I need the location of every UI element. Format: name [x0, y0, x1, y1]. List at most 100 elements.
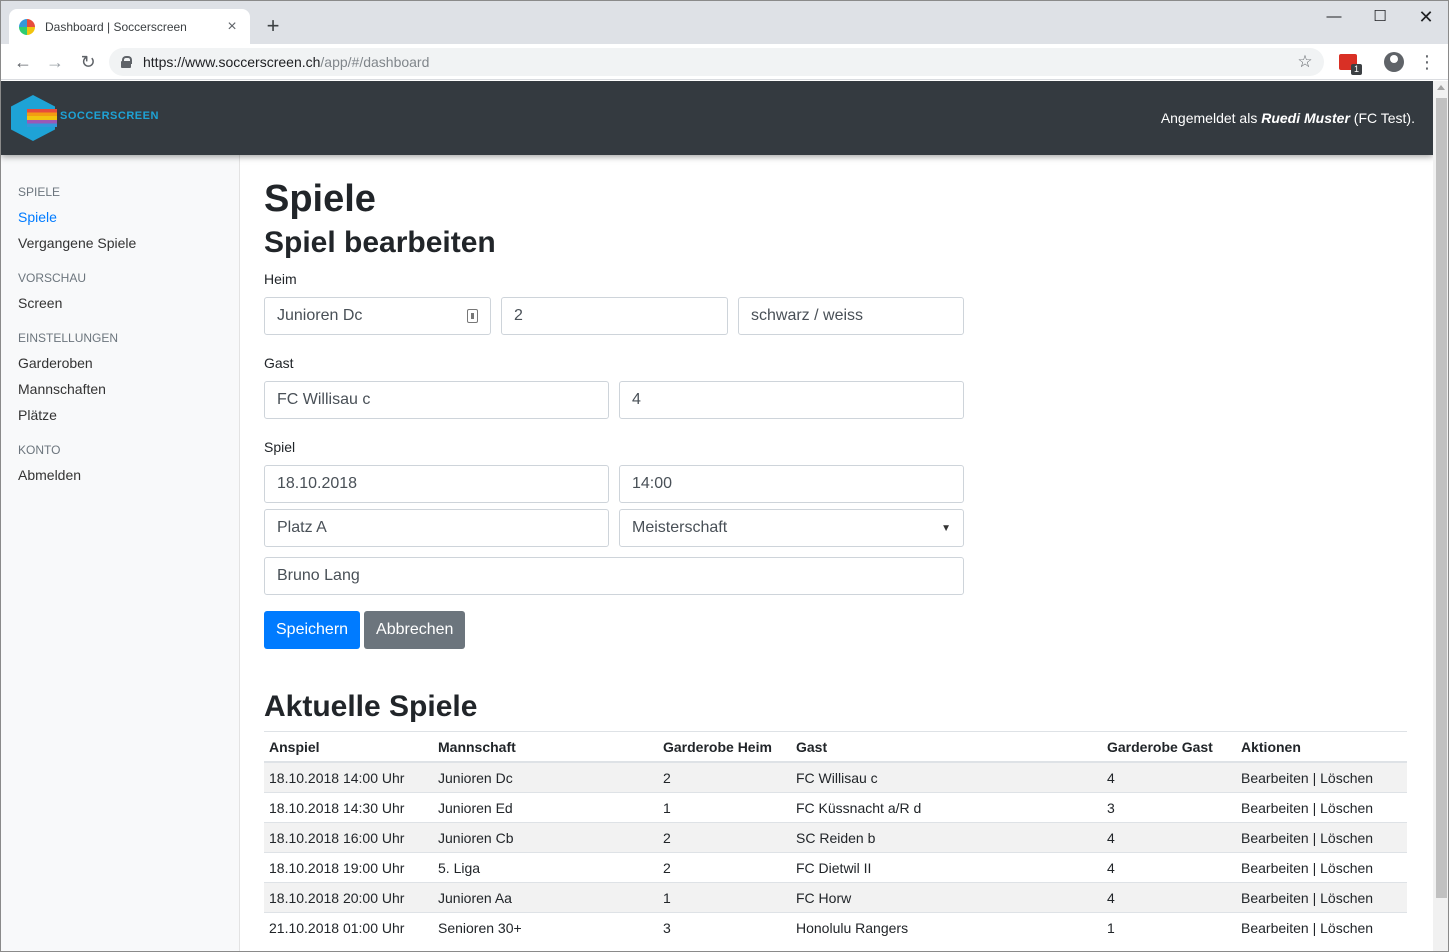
back-arrow-icon[interactable]: ←	[11, 50, 35, 74]
zeit-input[interactable]: 14:00	[619, 465, 964, 503]
page-scrollbar[interactable]	[1433, 81, 1448, 951]
url-text: https://www.soccerscreen.ch/app/#/dashbo…	[143, 54, 430, 70]
col-garderobe-gast: Garderobe Gast	[1102, 731, 1236, 763]
edit-link[interactable]: Bearbeiten	[1241, 830, 1309, 846]
browser-tab[interactable]: Dashboard | Soccerscreen ×	[9, 9, 250, 44]
col-anspiel: Anspiel	[264, 731, 433, 763]
scroll-thumb[interactable]	[1436, 98, 1447, 898]
table-header-row: Anspiel Mannschaft Garderobe Heim Gast G…	[264, 731, 1407, 763]
sidebar-heading: VORSCHAU	[18, 271, 87, 285]
sidebar-item-vergangene-spiele[interactable]: Vergangene Spiele	[1, 231, 239, 257]
edit-link[interactable]: Bearbeiten	[1241, 890, 1309, 906]
delete-link[interactable]: Löschen	[1320, 860, 1373, 876]
favicon-icon	[19, 18, 35, 35]
delete-link[interactable]: Löschen	[1320, 920, 1373, 936]
edit-link[interactable]: Bearbeiten	[1241, 800, 1309, 816]
delete-link[interactable]: Löschen	[1320, 830, 1373, 846]
cell-anspiel: 18.10.2018 20:00 Uhr	[264, 882, 433, 913]
cell-anspiel: 21.10.2018 01:00 Uhr	[264, 912, 433, 943]
table-row: 18.10.2018 20:00 Uhr Junioren Aa 1 FC Ho…	[264, 882, 1407, 913]
sidebar-item-screen[interactable]: Screen	[1, 291, 239, 317]
sidebar-group-spiele: SPIELE Spiele Vergangene Spiele	[1, 185, 239, 257]
cell-aktionen: Bearbeiten | Löschen	[1236, 852, 1407, 883]
delete-link[interactable]: Löschen	[1320, 890, 1373, 906]
gast-team-input[interactable]: FC Willisau c	[264, 381, 609, 419]
profile-icon[interactable]	[1384, 52, 1404, 72]
list-title: Aktuelle Spiele	[264, 690, 478, 723]
sidebar-item-mannschaften[interactable]: Mannschaften	[1, 377, 239, 403]
heim-garderobe-input[interactable]: 2	[501, 297, 728, 335]
delete-link[interactable]: Löschen	[1320, 800, 1373, 816]
close-tab-icon[interactable]: ×	[224, 18, 240, 35]
table-row: 18.10.2018 14:30 Uhr Junioren Ed 1 FC Kü…	[264, 792, 1407, 823]
logo-stripes	[27, 109, 57, 127]
cell-garderobe-heim: 3	[658, 912, 791, 943]
sidebar-group-vorschau: VORSCHAU Screen	[1, 271, 239, 317]
new-tab-icon[interactable]: +	[261, 14, 285, 38]
cell-garderobe-heim: 2	[658, 761, 791, 793]
edit-link[interactable]: Bearbeiten	[1241, 770, 1309, 786]
table-row: 18.10.2018 14:00 Uhr Junioren Dc 2 FC Wi…	[264, 761, 1407, 793]
cell-garderobe-heim: 1	[658, 792, 791, 823]
reload-icon[interactable]: ↻	[76, 50, 100, 74]
bookmark-star-icon[interactable]: ☆	[1293, 50, 1317, 74]
sidebar-heading: KONTO	[18, 443, 61, 457]
heim-farbe-input[interactable]: schwarz / weiss	[738, 297, 964, 335]
address-bar[interactable]: https://www.soccerscreen.ch/app/#/dashbo…	[109, 48, 1324, 76]
spiel-row-3: Bruno Lang	[264, 557, 1409, 595]
table-row: 21.10.2018 01:00 Uhr Senioren 30+ 3 Hono…	[264, 912, 1407, 943]
sidebar-item-garderoben[interactable]: Garderoben	[1, 351, 239, 377]
form-title: Spiel bearbeiten	[264, 226, 496, 259]
close-window-icon[interactable]: ✕	[1406, 5, 1446, 29]
cell-anspiel: 18.10.2018 14:00 Uhr	[264, 761, 433, 793]
cell-aktionen: Bearbeiten | Löschen	[1236, 912, 1407, 943]
caret-down-icon: ▼	[941, 522, 951, 534]
form-actions: Speichern Abbrechen	[264, 611, 1409, 649]
cancel-button[interactable]: Abbrechen	[364, 611, 466, 649]
schiedsrichter-input[interactable]: Bruno Lang	[264, 557, 964, 595]
cell-garderobe-gast: 4	[1102, 822, 1236, 853]
browser-window: Dashboard | Soccerscreen × + — ☐ ✕ ← → ↻…	[0, 0, 1449, 952]
autofill-icon	[467, 309, 478, 323]
edit-link[interactable]: Bearbeiten	[1241, 920, 1309, 936]
sidebar-item-spiele[interactable]: Spiele	[1, 205, 239, 231]
cell-garderobe-heim: 2	[658, 822, 791, 853]
spieltyp-select[interactable]: Meisterschaft ▼	[619, 509, 964, 547]
logo[interactable]	[11, 93, 59, 141]
platz-input[interactable]: Platz A	[264, 509, 609, 547]
cell-garderobe-gast: 4	[1102, 882, 1236, 913]
cell-gast: SC Reiden b	[791, 822, 1102, 853]
sidebar-heading: EINSTELLUNGEN	[18, 331, 119, 345]
col-garderobe-heim: Garderobe Heim	[658, 731, 791, 763]
edit-link[interactable]: Bearbeiten	[1241, 860, 1309, 876]
maximize-icon[interactable]: ☐	[1360, 5, 1400, 29]
kebab-menu-icon[interactable]: ⋮	[1417, 50, 1437, 74]
heim-row: Junioren Dc 2 schwarz / weiss	[264, 297, 1409, 335]
table-row: 18.10.2018 16:00 Uhr Junioren Cb 2 SC Re…	[264, 822, 1407, 853]
forward-arrow-icon[interactable]: →	[43, 50, 67, 74]
sidebar-item-plaetze[interactable]: Plätze	[1, 403, 239, 429]
extension-icon[interactable]: 1	[1339, 54, 1362, 75]
delete-link[interactable]: Löschen	[1320, 770, 1373, 786]
sidebar-item-abmelden[interactable]: Abmelden	[1, 463, 239, 489]
cell-mannschaft: Junioren Dc	[433, 761, 658, 793]
sidebar: SPIELE Spiele Vergangene Spiele VORSCHAU…	[1, 155, 240, 951]
minimize-icon[interactable]: —	[1314, 5, 1354, 29]
heim-team-input[interactable]: Junioren Dc	[264, 297, 491, 335]
cell-garderobe-gast: 1	[1102, 912, 1236, 943]
cell-gast: FC Küssnacht a/R d	[791, 792, 1102, 823]
save-button[interactable]: Speichern	[264, 611, 361, 649]
app-viewport: SOCCERSCREEN Angemeldet als Ruedi Muster…	[1, 81, 1433, 951]
cell-gast: Honolulu Rangers	[791, 912, 1102, 943]
gast-garderobe-input[interactable]: 4	[619, 381, 964, 419]
cell-anspiel: 18.10.2018 16:00 Uhr	[264, 822, 433, 853]
gast-row: FC Willisau c 4	[264, 381, 1409, 419]
scroll-up-arrow-icon[interactable]	[1437, 85, 1445, 90]
cell-gast: FC Dietwil II	[791, 852, 1102, 883]
cell-mannschaft: Junioren Cb	[433, 822, 658, 853]
datum-input[interactable]: 18.10.2018	[264, 465, 609, 503]
cell-gast: FC Willisau c	[791, 761, 1102, 793]
cell-mannschaft: Junioren Ed	[433, 792, 658, 823]
page-title: Spiele	[264, 178, 376, 220]
sidebar-group-konto: KONTO Abmelden	[1, 443, 239, 489]
